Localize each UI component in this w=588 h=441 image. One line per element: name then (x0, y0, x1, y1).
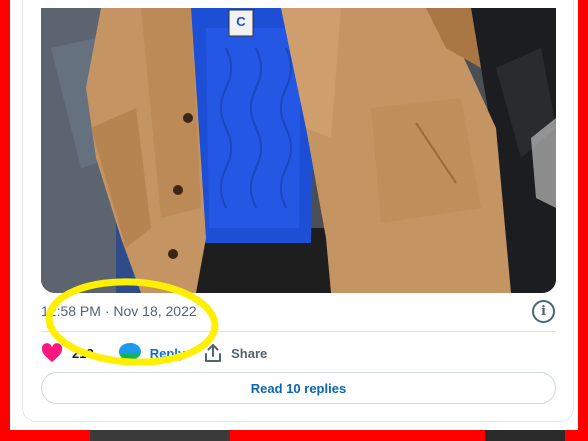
bottom-strip (0, 430, 588, 441)
reply-label: Reply (149, 345, 186, 361)
heart-icon (40, 341, 64, 365)
share-icon (201, 341, 225, 365)
post-actions: 213 Reply Share (40, 340, 267, 366)
like-count: 213 (72, 345, 94, 361)
post-timestamp[interactable]: 12:58 PM · Nov 18, 2022 (41, 303, 197, 319)
like-button[interactable]: 213 (40, 341, 94, 365)
read-replies-button[interactable]: Read 10 replies (41, 372, 556, 404)
dark-block (485, 430, 565, 441)
info-icon[interactable]: i (532, 300, 555, 323)
reply-button[interactable]: Reply (118, 341, 185, 365)
share-label: Share (231, 345, 268, 361)
share-button[interactable]: Share (201, 341, 267, 365)
photo-illustration: C (41, 8, 556, 293)
divider (41, 331, 556, 332)
post-photo[interactable]: C (41, 8, 556, 293)
sweater-badge: C (236, 14, 246, 29)
speech-bubble-icon (118, 341, 142, 365)
dark-block (90, 430, 230, 441)
